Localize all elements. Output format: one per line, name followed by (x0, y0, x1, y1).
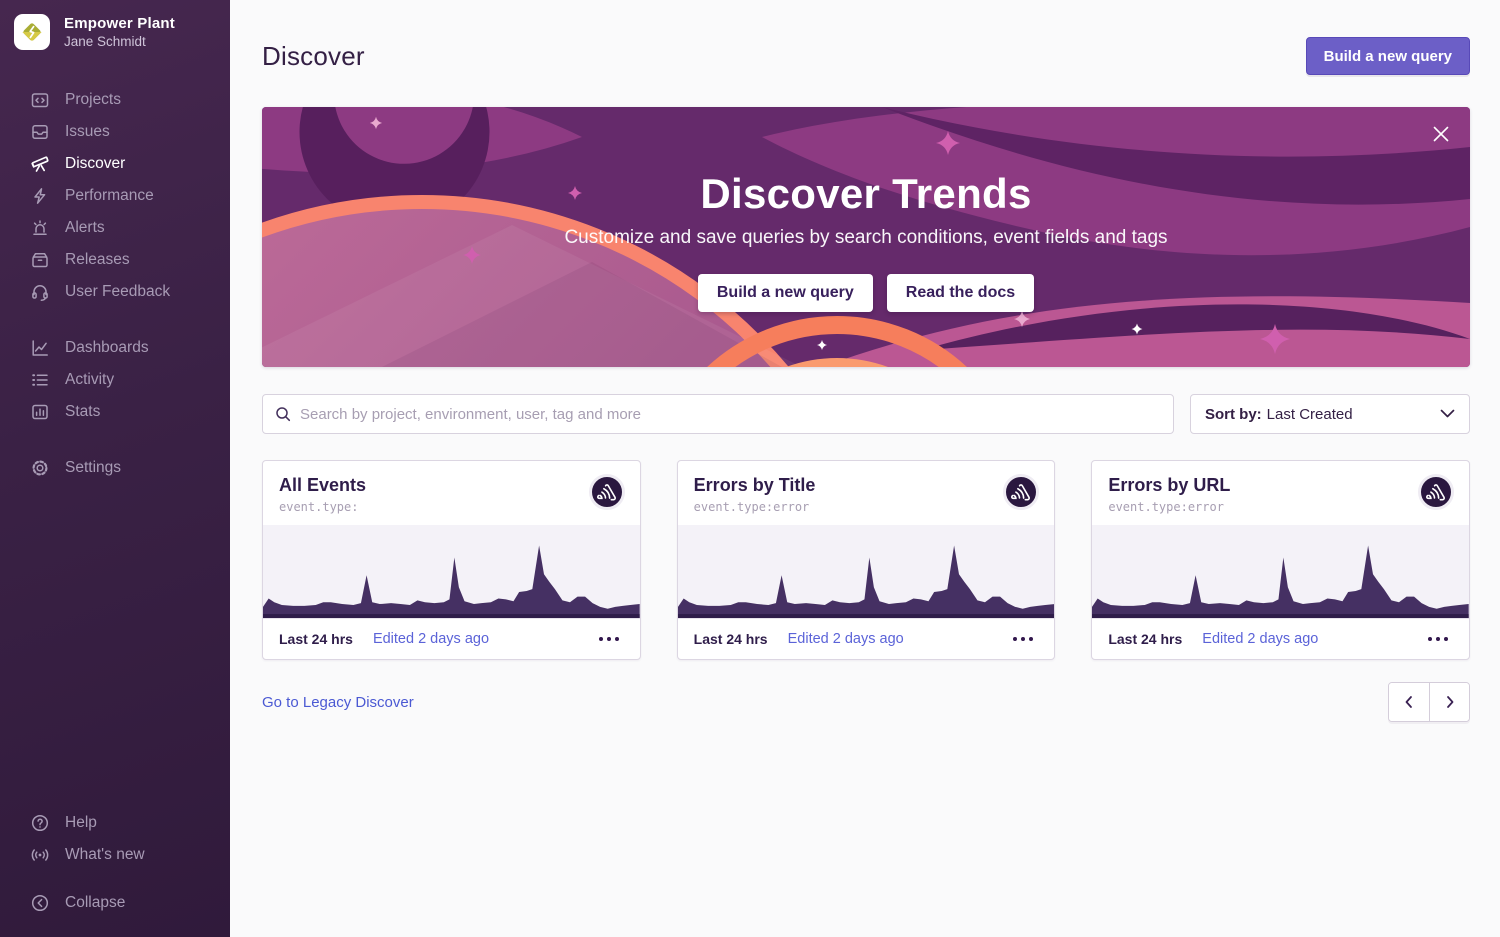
sidebar: Empower Plant Jane Schmidt Projects Issu… (0, 0, 230, 937)
dashboards-icon (30, 338, 50, 358)
ellipsis-icon (598, 636, 620, 642)
pagination-prev-button[interactable] (1389, 683, 1429, 721)
query-string: event.type:error (1108, 500, 1453, 514)
sidebar-item-help[interactable]: Help (0, 807, 230, 839)
build-new-query-button[interactable]: Build a new query (1306, 37, 1470, 75)
legacy-discover-link[interactable]: Go to Legacy Discover (262, 694, 414, 711)
collapse-icon (30, 893, 50, 913)
sort-label: Sort by: (1205, 406, 1262, 423)
card-menu-button[interactable] (1423, 632, 1453, 646)
org-switcher[interactable]: Empower Plant Jane Schmidt (0, 0, 230, 50)
main-content: Discover Build a new query (230, 0, 1500, 937)
discover-icon (30, 154, 50, 174)
sidebar-item-activity[interactable]: Activity (0, 364, 230, 396)
sidebar-item-label: Releases (65, 251, 130, 269)
ellipsis-icon (1427, 636, 1449, 642)
sidebar-item-dashboards[interactable]: Dashboards (0, 332, 230, 364)
query-sparkline-chart (1092, 525, 1469, 618)
sidebar-item-label: User Feedback (65, 283, 170, 301)
chevron-down-icon (1440, 409, 1455, 419)
card-menu-button[interactable] (1008, 632, 1038, 646)
time-range-label: Last 24 hrs (279, 631, 353, 647)
org-name: Empower Plant (64, 15, 175, 32)
close-icon (1432, 125, 1450, 143)
sidebar-item-releases[interactable]: Releases (0, 244, 230, 276)
query-sparkline-chart (678, 525, 1055, 618)
sidebar-item-issues[interactable]: Issues (0, 116, 230, 148)
projects-icon (30, 90, 50, 110)
help-icon (30, 813, 50, 833)
edited-link[interactable]: Edited 2 days ago (1202, 631, 1318, 647)
discover-trends-banner: Discover Trends Customize and save queri… (262, 107, 1470, 367)
sidebar-collapse-button[interactable]: Collapse (0, 887, 230, 919)
sort-dropdown[interactable]: Sort by: Last Created (1190, 394, 1470, 434)
sidebar-item-label: Alerts (65, 219, 105, 237)
sidebar-item-label: Projects (65, 91, 121, 109)
org-avatar-icon (14, 14, 50, 50)
sidebar-item-label: Stats (65, 403, 100, 421)
sidebar-item-alerts[interactable]: Alerts (0, 212, 230, 244)
sidebar-item-projects[interactable]: Projects (0, 84, 230, 116)
sidebar-item-stats[interactable]: Stats (0, 396, 230, 428)
activity-icon (30, 370, 50, 390)
banner-subtitle: Customize and save queries by search con… (564, 227, 1167, 249)
sentry-logo-icon (589, 474, 625, 510)
pagination (1388, 682, 1470, 722)
ellipsis-icon (1012, 636, 1034, 642)
sidebar-item-discover[interactable]: Discover (0, 148, 230, 180)
sidebar-item-label: Issues (65, 123, 110, 141)
saved-query-card-all-events[interactable]: All Events event.type: Last 24 hrs Edite… (262, 460, 641, 660)
search-input[interactable] (300, 406, 1161, 423)
releases-icon (30, 250, 50, 270)
search-icon (275, 406, 291, 422)
sidebar-item-label: Help (65, 814, 97, 832)
search-box (262, 394, 1174, 434)
sidebar-item-settings[interactable]: Settings (0, 452, 230, 484)
query-string: event.type: (279, 500, 624, 514)
chevron-right-icon (1442, 694, 1458, 710)
banner-title: Discover Trends (700, 170, 1031, 218)
sidebar-item-label: Dashboards (65, 339, 149, 357)
sidebar-item-label: Performance (65, 187, 154, 205)
stats-icon (30, 402, 50, 422)
saved-query-card-errors-by-title[interactable]: Errors by Title event.type:error Last 24… (677, 460, 1056, 660)
query-title: Errors by URL (1108, 475, 1453, 496)
user-name: Jane Schmidt (64, 34, 175, 49)
sidebar-item-label: Settings (65, 459, 121, 477)
alerts-icon (30, 218, 50, 238)
banner-build-query-button[interactable]: Build a new query (698, 274, 873, 312)
sidebar-item-label: What's new (65, 846, 145, 864)
chevron-left-icon (1401, 694, 1417, 710)
broadcast-icon (30, 845, 50, 865)
query-title: All Events (279, 475, 624, 496)
user-feedback-icon (30, 282, 50, 302)
query-title: Errors by Title (694, 475, 1039, 496)
time-range-label: Last 24 hrs (694, 631, 768, 647)
edited-link[interactable]: Edited 2 days ago (373, 631, 489, 647)
banner-close-button[interactable] (1428, 121, 1454, 147)
sidebar-item-user-feedback[interactable]: User Feedback (0, 276, 230, 308)
edited-link[interactable]: Edited 2 days ago (788, 631, 904, 647)
sidebar-item-label: Activity (65, 371, 114, 389)
time-range-label: Last 24 hrs (1108, 631, 1182, 647)
sort-value: Last Created (1267, 406, 1353, 423)
saved-query-list: All Events event.type: Last 24 hrs Edite… (262, 460, 1470, 660)
sidebar-item-label: Discover (65, 155, 125, 173)
settings-icon (30, 458, 50, 478)
sentry-logo-icon (1418, 474, 1454, 510)
sidebar-footer: Help What's new Collapse (0, 807, 230, 937)
saved-query-card-errors-by-url[interactable]: Errors by URL event.type:error Last 24 h… (1091, 460, 1470, 660)
sidebar-nav: Projects Issues Discover Performance Ale… (0, 84, 230, 508)
banner-read-docs-button[interactable]: Read the docs (887, 274, 1034, 312)
card-menu-button[interactable] (594, 632, 624, 646)
sidebar-item-label: Collapse (65, 894, 125, 912)
query-sparkline-chart (263, 525, 640, 618)
sidebar-item-whats-new[interactable]: What's new (0, 839, 230, 871)
page-title: Discover (262, 41, 365, 72)
pagination-next-button[interactable] (1429, 683, 1469, 721)
query-string: event.type:error (694, 500, 1039, 514)
issues-icon (30, 122, 50, 142)
performance-icon (30, 186, 50, 206)
sidebar-item-performance[interactable]: Performance (0, 180, 230, 212)
